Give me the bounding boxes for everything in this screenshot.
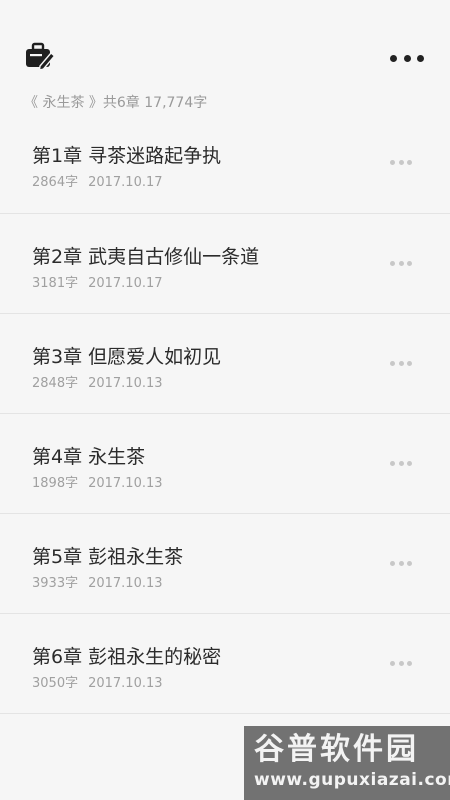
chapter-item[interactable]: 第3章 但愿爱人如初见 2848字 2017.10.13 [0, 314, 450, 414]
top-bar [0, 0, 450, 88]
more-horizontal-icon [417, 54, 424, 62]
chapter-more-button[interactable] [390, 159, 412, 165]
more-options-button[interactable] [390, 50, 424, 66]
chapter-meta: 1898字 2017.10.13 [32, 472, 163, 491]
more-horizontal-icon [398, 560, 404, 566]
book-summary: 《 永生茶 》共6章 17,774字 [24, 95, 208, 111]
chapter-item[interactable]: 第6章 彭祖永生的秘密 3050字 2017.10.13 [0, 614, 450, 714]
more-horizontal-icon [407, 360, 412, 366]
chapter-date: 2017.10.13 [88, 676, 163, 691]
more-horizontal-icon [390, 360, 395, 366]
chapter-word-count: 3933字 [32, 576, 79, 591]
more-horizontal-icon [398, 159, 404, 165]
chapter-title: 第2章 武夷自古修仙一条道 [32, 246, 260, 268]
chapter-date: 2017.10.13 [88, 576, 163, 591]
chapter-item[interactable]: 第2章 武夷自古修仙一条道 3181字 2017.10.17 [0, 214, 450, 314]
more-horizontal-icon [398, 660, 404, 666]
chapter-meta: 3050字 2017.10.13 [32, 672, 163, 691]
chapter-word-count: 2848字 [32, 376, 79, 391]
toolkit-button[interactable] [24, 42, 56, 72]
chapter-title: 第3章 但愿爱人如初见 [32, 346, 222, 368]
more-horizontal-icon [403, 54, 411, 62]
more-horizontal-icon [398, 360, 404, 366]
chapter-meta: 3181字 2017.10.17 [32, 272, 163, 291]
chapter-word-count: 1898字 [32, 476, 79, 491]
watermark-url: www.gupuxiazai.com [254, 770, 450, 790]
chapter-more-button[interactable] [390, 260, 412, 266]
chapter-date: 2017.10.13 [88, 376, 163, 391]
chapter-date: 2017.10.17 [88, 175, 163, 190]
chapter-title: 第1章 寻茶迷路起争执 [32, 145, 222, 167]
chapter-title: 第5章 彭祖永生茶 [32, 546, 184, 568]
watermark-title: 谷普软件园 [254, 732, 419, 767]
more-horizontal-icon [390, 159, 395, 165]
chapter-list-screen: 《 永生茶 》共6章 17,774字 第1章 寻茶迷路起争执 2864字 2017… [0, 0, 450, 800]
chapter-list: 第1章 寻茶迷路起争执 2864字 2017.10.17 第2章 武夷自古修仙一条… [0, 113, 450, 714]
more-horizontal-icon [407, 260, 412, 266]
briefcase-pen-icon [26, 42, 56, 71]
more-horizontal-icon [407, 660, 412, 666]
chapter-item[interactable]: 第4章 永生茶 1898字 2017.10.13 [0, 414, 450, 514]
chapter-word-count: 2864字 [32, 175, 79, 190]
more-horizontal-icon [398, 260, 404, 266]
chapter-title: 第6章 彭祖永生的秘密 [32, 646, 222, 668]
chapter-item[interactable]: 第5章 彭祖永生茶 3933字 2017.10.13 [0, 514, 450, 614]
more-horizontal-icon [390, 260, 395, 266]
chapter-more-button[interactable] [390, 460, 412, 466]
chapter-meta: 3933字 2017.10.13 [32, 572, 163, 591]
chapter-item[interactable]: 第1章 寻茶迷路起争执 2864字 2017.10.17 [0, 113, 450, 214]
site-watermark: 谷普软件园 www.gupuxiazai.com [244, 726, 450, 800]
chapter-word-count: 3181字 [32, 276, 79, 291]
chapter-meta: 2848字 2017.10.13 [32, 372, 163, 391]
chapter-meta: 2864字 2017.10.17 [32, 171, 163, 190]
chapter-date: 2017.10.17 [88, 276, 163, 291]
more-horizontal-icon [390, 560, 395, 566]
chapter-date: 2017.10.13 [88, 476, 163, 491]
more-horizontal-icon [407, 460, 412, 466]
more-horizontal-icon [398, 460, 404, 466]
more-horizontal-icon [390, 54, 397, 62]
chapter-title: 第4章 永生茶 [32, 446, 146, 468]
more-horizontal-icon [390, 660, 395, 666]
chapter-more-button[interactable] [390, 660, 412, 666]
chapter-word-count: 3050字 [32, 676, 79, 691]
chapter-more-button[interactable] [390, 560, 412, 566]
chapter-more-button[interactable] [390, 360, 412, 366]
more-horizontal-icon [407, 560, 412, 566]
more-horizontal-icon [407, 159, 412, 165]
more-horizontal-icon [390, 460, 395, 466]
